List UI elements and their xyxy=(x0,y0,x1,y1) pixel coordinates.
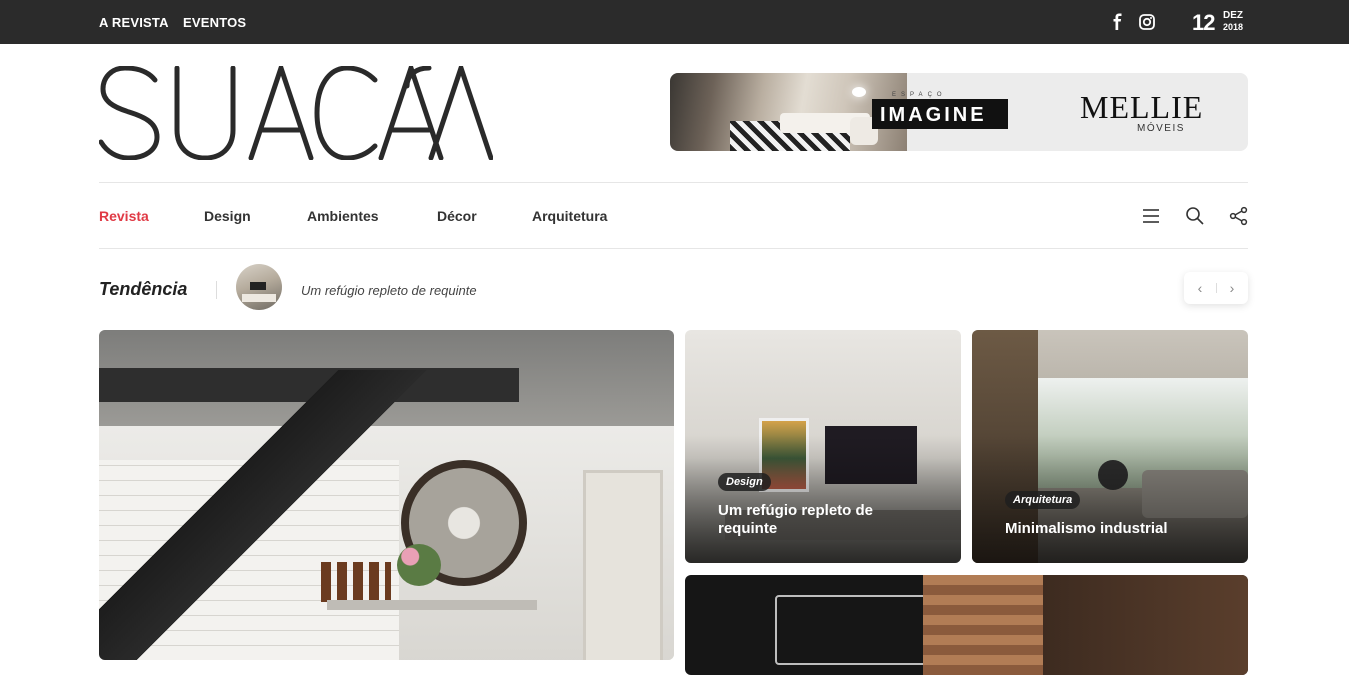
ad-moveis-text: MÓVEIS xyxy=(1137,123,1185,134)
next-arrow-icon[interactable]: › xyxy=(1216,272,1248,304)
site-logo[interactable] xyxy=(98,60,494,161)
nav-item-decor[interactable]: Décor xyxy=(437,208,477,224)
card-title[interactable]: Minimalismo industrial xyxy=(1005,520,1225,538)
photo-bottles xyxy=(321,562,391,602)
top-bar: A REVISTA EVENTOS 12 DEZ 2018 xyxy=(0,0,1349,44)
divider-nav xyxy=(99,248,1248,249)
date-day: 12 xyxy=(1192,10,1216,35)
ad-lamp xyxy=(852,87,866,97)
ad-espaco-text: ESPAÇO xyxy=(892,92,947,98)
nav-item-revista[interactable]: Revista xyxy=(99,208,149,224)
trending-title: Tendência xyxy=(99,279,188,299)
feature-card-large[interactable] xyxy=(99,330,674,660)
instagram-icon[interactable] xyxy=(1138,13,1156,31)
ad-mellie-logo: MELLIE xyxy=(1080,89,1204,125)
share-icon[interactable] xyxy=(1229,206,1249,226)
facebook-icon[interactable] xyxy=(1109,13,1127,31)
trending-pager: ‹ › xyxy=(1184,272,1248,304)
thumb-tv xyxy=(250,282,266,290)
nav-item-ambientes[interactable]: Ambientes xyxy=(307,208,379,224)
search-icon[interactable] xyxy=(1185,206,1205,226)
trending-separator xyxy=(216,281,217,299)
prev-arrow-icon[interactable]: ‹ xyxy=(1184,272,1216,304)
feature-card-wide[interactable] xyxy=(685,575,1248,675)
nav-item-design[interactable]: Design xyxy=(204,208,251,224)
date-year: 2018 xyxy=(1223,22,1244,32)
photo-brick xyxy=(923,575,1043,675)
nav-item-arquitetura[interactable]: Arquitetura xyxy=(532,208,607,224)
ad-banner[interactable]: ESPAÇO IMAGINE MELLIE MÓVEIS xyxy=(670,73,1248,151)
trending-headline[interactable]: Um refúgio repleto de requinte xyxy=(301,283,477,298)
category-tag[interactable]: Design xyxy=(718,473,771,491)
card-overlay xyxy=(685,434,961,563)
divider-top xyxy=(99,182,1248,183)
date-month: DEZ xyxy=(1223,10,1243,21)
photo-staircase xyxy=(99,370,429,660)
feature-card-design[interactable]: Design Um refúgio repleto de requinte xyxy=(685,330,961,563)
card-title[interactable]: Um refúgio repleto de requinte xyxy=(718,502,918,538)
category-tag[interactable]: Arquitetura xyxy=(1005,491,1081,509)
photo-flowers xyxy=(397,544,441,586)
photo-metal-frame xyxy=(775,595,935,665)
feature-card-arquitetura[interactable]: Arquitetura Minimalismo industrial xyxy=(972,330,1248,563)
topbar-link-a-revista[interactable]: A REVISTA xyxy=(99,15,169,30)
photo-door xyxy=(583,470,663,660)
trending-thumbnail[interactable] xyxy=(236,264,282,310)
topbar-link-eventos[interactable]: EVENTOS xyxy=(183,15,246,30)
photo-shelf xyxy=(327,600,537,610)
thumb-sofa xyxy=(242,294,276,302)
menu-icon[interactable] xyxy=(1141,206,1161,226)
ad-imagine-text: IMAGINE xyxy=(880,104,987,126)
photo-wood xyxy=(1043,575,1248,675)
